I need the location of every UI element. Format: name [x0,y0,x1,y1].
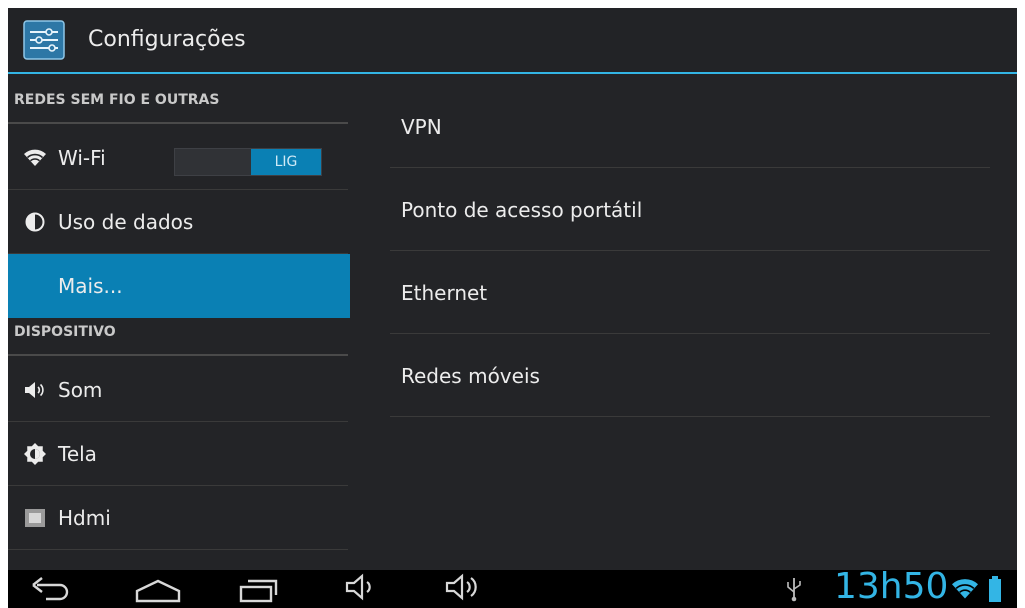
sidebar-item-label: Uso de dados [58,209,194,234]
list-item-label: Ethernet [401,280,488,305]
sidebar-item-label: Mais... [58,274,123,298]
volume-down-icon [345,573,371,601]
list-item-label: Ponto de acesso portátil [401,197,643,222]
volume-up-icon [445,573,477,601]
home-button[interactable] [134,573,182,607]
sidebar-item-wifi[interactable]: Wi-Fi LIG [8,126,348,190]
settings-sidebar: REDES SEM FIO E OUTRAS Wi-Fi LIG Uso de … [8,86,353,574]
sidebar-item-label: Som [58,377,103,402]
action-bar: Configurações [8,8,1017,74]
navigation-bar: 13h50 [8,566,1017,608]
settings-screen: Configurações REDES SEM FIO E OUTRAS Wi-… [8,8,1017,608]
sidebar-item-label: Wi-Fi [58,145,106,170]
list-item-label: VPN [401,114,442,139]
battery-icon [988,576,1002,606]
sidebar-item-display[interactable]: Tela [8,422,348,486]
volume-up-button[interactable] [444,573,484,607]
list-item-label: Redes móveis [401,363,540,388]
recent-apps-button[interactable] [238,573,280,608]
back-icon [32,577,69,601]
list-item-ethernet[interactable]: Ethernet [390,252,990,334]
home-icon [135,579,181,603]
data-usage-icon [24,211,46,233]
sidebar-item-more[interactable]: Mais... [8,254,350,318]
status-clock: 13h50 [834,566,949,607]
recent-apps-icon [239,579,278,603]
brightness-icon [24,442,46,465]
volume-down-button[interactable] [344,573,378,607]
volume-icon [24,379,46,401]
sidebar-item-sound[interactable]: Som [8,358,348,422]
sidebar-item-label: Tela [58,441,97,466]
section-header-wireless: REDES SEM FIO E OUTRAS [8,86,348,124]
wifi-toggle-on: LIG [251,149,321,175]
sidebar-item-label: Hdmi [58,505,111,530]
list-item-vpn[interactable]: VPN [390,86,990,168]
list-item-mobile-networks[interactable]: Redes móveis [390,335,990,417]
wifi-signal-icon [952,578,978,604]
settings-app-icon[interactable] [23,20,65,60]
sidebar-item-hdmi[interactable]: Hdmi [8,486,348,550]
list-item-hotspot[interactable]: Ponto de acesso portátil [390,169,990,251]
wifi-icon [24,147,46,169]
sidebar-item-data-usage[interactable]: Uso de dados [8,190,348,254]
app-title: Configurações [88,27,246,52]
usb-icon [786,576,802,606]
section-header-device: DISPOSITIVO [8,318,348,356]
hdmi-icon [24,507,46,529]
wifi-toggle[interactable]: LIG [174,148,322,176]
back-button[interactable] [30,573,72,607]
settings-detail-pane: VPN Ponto de acesso portátil Ethernet Re… [390,86,990,417]
